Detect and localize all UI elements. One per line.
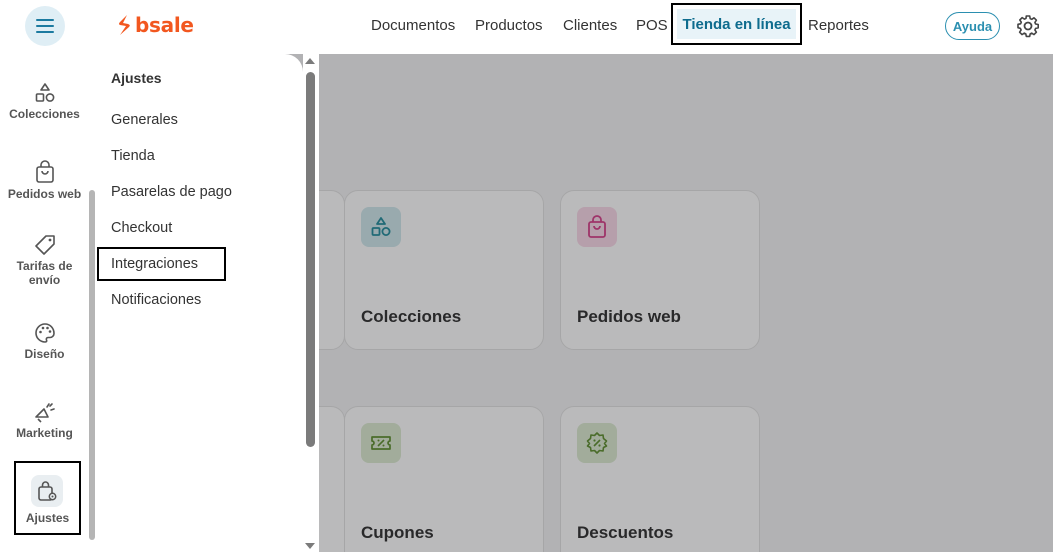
rail-item-pedidos-web[interactable]: Pedidos web xyxy=(0,160,89,201)
panel-title: Ajustes xyxy=(111,70,162,86)
rail-item-marketing[interactable]: Marketing xyxy=(0,401,89,440)
top-bar: bsale Documentos Productos Clientes POS … xyxy=(0,0,1053,54)
bsale-s-icon xyxy=(119,15,130,35)
panel-item-pasarelas-de-pago[interactable]: Pasarelas de pago xyxy=(111,184,232,200)
panel-scrollbar-thumb[interactable] xyxy=(306,72,315,447)
help-button[interactable]: Ayuda xyxy=(945,12,1000,40)
hamburger-icon xyxy=(36,19,54,33)
nav-productos[interactable]: Productos xyxy=(475,17,543,34)
bag-settings-icon xyxy=(38,481,57,501)
panel-item-generales[interactable]: Generales xyxy=(111,112,178,128)
rail-label: Pedidos web xyxy=(7,187,82,201)
nav-documentos[interactable]: Documentos xyxy=(371,17,455,34)
rail-label: Ajustes xyxy=(25,511,70,525)
gear-icon[interactable] xyxy=(1016,14,1040,38)
ajustes-panel: Ajustes Generales Tienda Pasarelas de pa… xyxy=(95,54,303,552)
hamburger-menu-button[interactable] xyxy=(25,6,65,46)
scroll-down-arrow-icon[interactable] xyxy=(305,543,315,549)
rail-label: Tarifas de envío xyxy=(16,259,73,287)
rail-label: Marketing xyxy=(16,426,73,440)
palette-icon xyxy=(34,323,55,343)
nav-reportes[interactable]: Reportes xyxy=(808,17,869,34)
bsale-logo[interactable]: bsale xyxy=(117,13,194,37)
brand-name: bsale xyxy=(135,13,194,37)
panel-item-tienda[interactable]: Tienda xyxy=(111,148,155,164)
rail-item-ajustes[interactable]: Ajustes xyxy=(14,461,81,535)
nav-tienda-en-linea-label: Tienda en línea xyxy=(677,9,796,39)
shopping-bag-icon xyxy=(35,160,54,183)
rail-label: Colecciones xyxy=(9,107,80,121)
nav-pos[interactable]: POS xyxy=(636,17,668,34)
scroll-up-arrow-icon[interactable] xyxy=(305,58,315,64)
rail-item-diseno[interactable]: Diseño xyxy=(0,322,89,361)
nav-clientes[interactable]: Clientes xyxy=(563,17,617,34)
nav-tienda-en-linea[interactable]: Tienda en línea xyxy=(671,3,802,45)
rail-item-colecciones[interactable]: Colecciones xyxy=(0,82,89,121)
rail-item-tarifas-envio[interactable]: Tarifas de envío xyxy=(0,234,89,287)
integraciones-highlight xyxy=(97,247,226,281)
panel-item-notificaciones[interactable]: Notificaciones xyxy=(111,292,201,308)
megaphone-icon xyxy=(34,403,55,423)
ajustes-icon-bg xyxy=(31,475,63,507)
shapes-icon xyxy=(35,83,54,102)
panel-item-checkout[interactable]: Checkout xyxy=(111,220,172,236)
rail-label: Diseño xyxy=(24,347,65,361)
tag-icon xyxy=(34,235,55,255)
